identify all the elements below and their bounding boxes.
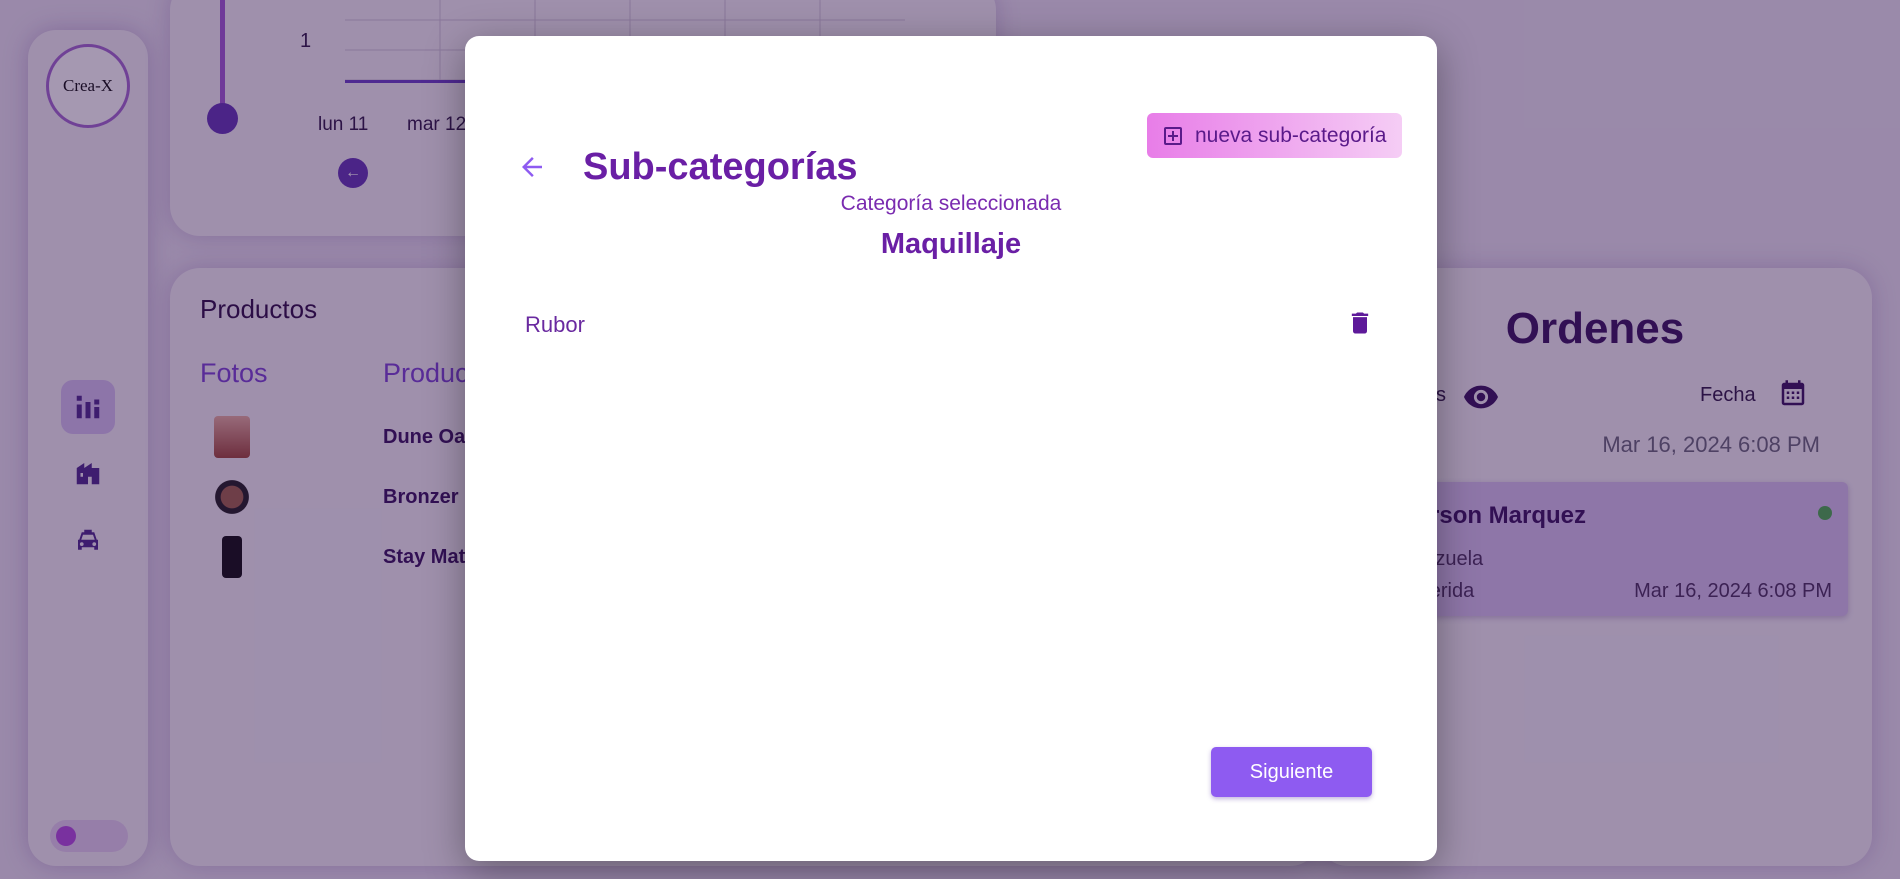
subcategory-label[interactable]: Rubor: [525, 312, 585, 338]
subcategory-row: Rubor: [525, 304, 1377, 344]
selected-category-name: Maquillaje: [880, 228, 1022, 260]
new-subcategory-label: nueva sub-categoría: [1195, 123, 1387, 147]
subcategories-dialog: Sub-categorías nueva sub-categoría Categ…: [465, 36, 1437, 861]
back-button[interactable]: [515, 150, 549, 184]
next-button[interactable]: Siguiente: [1211, 747, 1372, 797]
arrow-left-icon: [522, 157, 542, 177]
add-box-icon: [1164, 126, 1182, 145]
delete-subcategory-button[interactable]: [1343, 306, 1377, 340]
selected-category-label: Categoría seleccionada: [840, 192, 1062, 215]
trash-icon: [1351, 312, 1369, 334]
new-subcategory-button[interactable]: nueva sub-categoría: [1147, 113, 1402, 158]
dialog-title: Sub-categorías: [583, 146, 858, 188]
